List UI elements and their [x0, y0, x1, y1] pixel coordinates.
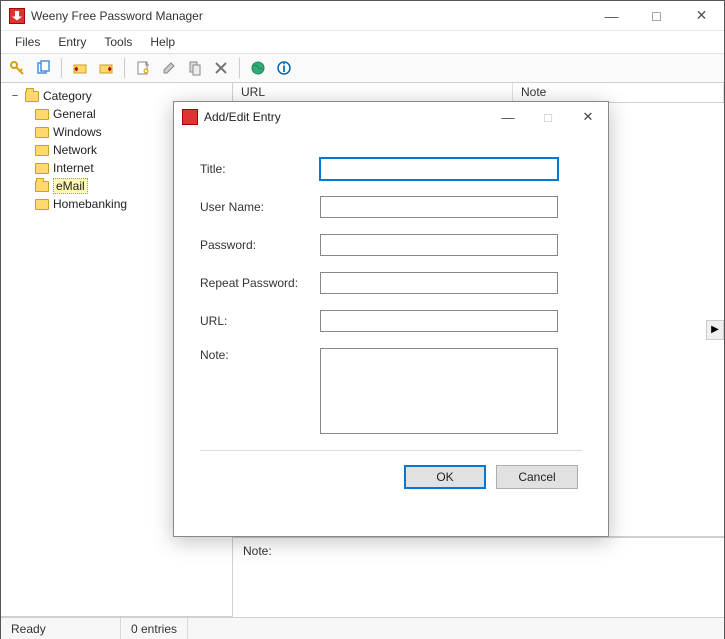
key-icon[interactable]	[5, 56, 29, 80]
tree-root-label: Category	[43, 89, 92, 103]
folder-icon	[35, 127, 49, 138]
new-page-icon[interactable]	[131, 56, 155, 80]
menu-bar: Files Entry Tools Help	[1, 31, 724, 53]
folder-icon	[35, 163, 49, 174]
menu-files[interactable]: Files	[7, 33, 48, 51]
cancel-button[interactable]: Cancel	[496, 465, 578, 489]
toolbar: i	[1, 53, 724, 83]
ok-button[interactable]: OK	[404, 465, 486, 489]
repeat-password-field[interactable]	[320, 272, 558, 294]
collapse-icon[interactable]: −	[9, 90, 21, 102]
note-field[interactable]	[320, 348, 558, 434]
folder-right-icon[interactable]	[94, 56, 118, 80]
maximize-button[interactable]: □	[634, 1, 679, 30]
info-icon[interactable]: i	[272, 56, 296, 80]
main-titlebar: Weeny Free Password Manager — □ ✕	[1, 1, 724, 31]
add-edit-entry-dialog: Add/Edit Entry — □ ✕ Title: User Name: P…	[173, 101, 609, 537]
scroll-right-button[interactable]: ▶	[706, 320, 724, 340]
detail-pane: Note:	[233, 537, 724, 617]
delete-icon[interactable]	[209, 56, 233, 80]
app-icon	[182, 109, 198, 125]
folder-open-icon	[35, 181, 49, 192]
app-icon	[9, 8, 25, 24]
dialog-title: Add/Edit Entry	[204, 110, 488, 124]
status-ready: Ready	[1, 618, 121, 639]
label-username: User Name:	[200, 200, 320, 214]
dialog-maximize-button: □	[528, 102, 568, 132]
title-field[interactable]	[320, 158, 558, 180]
label-title: Title:	[200, 162, 320, 176]
globe-icon[interactable]	[246, 56, 270, 80]
url-field[interactable]	[320, 310, 558, 332]
edit-icon[interactable]	[157, 56, 181, 80]
password-field[interactable]	[320, 234, 558, 256]
folder-open-icon	[25, 91, 39, 102]
copy-icon[interactable]	[31, 56, 55, 80]
folder-icon	[35, 109, 49, 120]
svg-text:i: i	[282, 61, 285, 75]
column-note[interactable]: Note	[513, 83, 724, 102]
close-button[interactable]: ✕	[679, 1, 724, 30]
dialog-close-button[interactable]: ✕	[568, 102, 608, 132]
folder-left-icon[interactable]	[68, 56, 92, 80]
duplicate-icon[interactable]	[183, 56, 207, 80]
menu-entry[interactable]: Entry	[50, 33, 94, 51]
label-note: Note:	[200, 348, 320, 362]
label-password: Password:	[200, 238, 320, 252]
column-url[interactable]: URL	[233, 83, 513, 102]
detail-note-label: Note:	[243, 544, 272, 558]
dialog-titlebar[interactable]: Add/Edit Entry — □ ✕	[174, 102, 608, 132]
folder-icon	[35, 199, 49, 210]
separator	[200, 450, 582, 451]
menu-tools[interactable]: Tools	[96, 33, 140, 51]
entry-list-header: URL Note	[233, 83, 724, 103]
window-title: Weeny Free Password Manager	[31, 9, 589, 23]
folder-icon	[35, 145, 49, 156]
minimize-button[interactable]: —	[589, 1, 634, 30]
menu-help[interactable]: Help	[142, 33, 183, 51]
username-field[interactable]	[320, 196, 558, 218]
status-bar: Ready 0 entries	[1, 617, 724, 639]
status-entries: 0 entries	[121, 618, 188, 639]
dialog-minimize-button[interactable]: —	[488, 102, 528, 132]
label-url: URL:	[200, 314, 320, 328]
label-repeat-password: Repeat Password:	[200, 276, 320, 290]
